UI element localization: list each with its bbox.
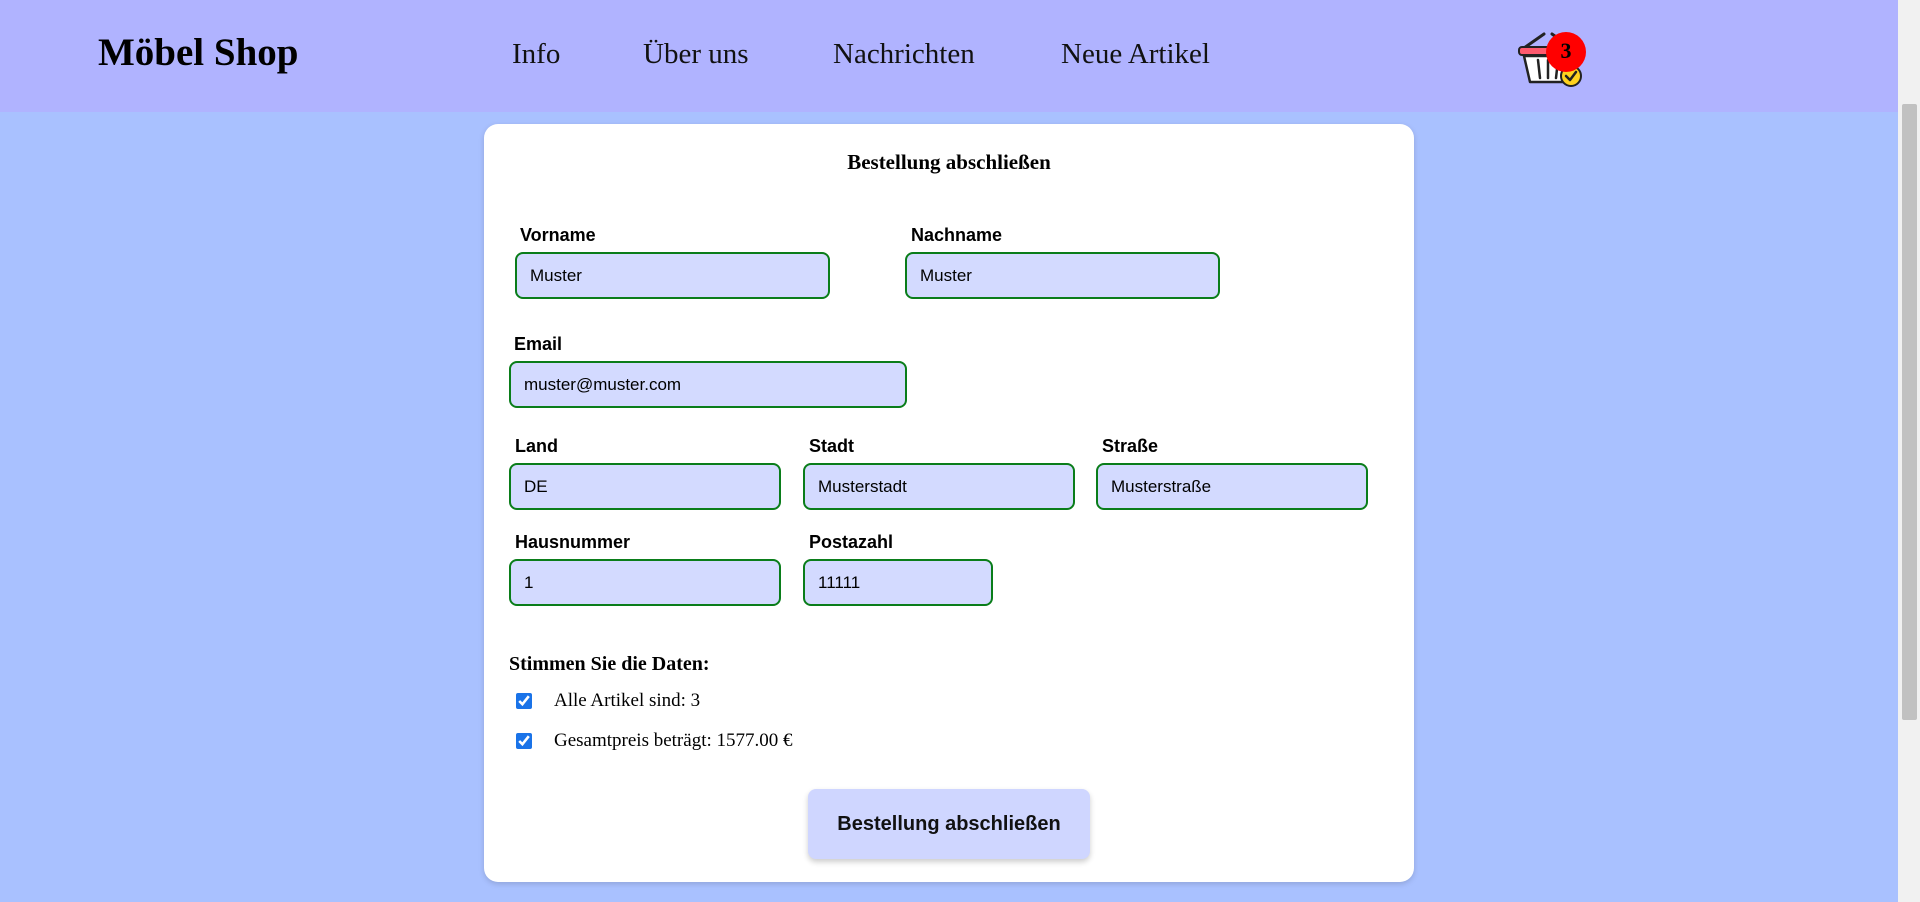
strasse-field[interactable] xyxy=(1096,463,1368,510)
postazahl-field[interactable] xyxy=(803,559,993,606)
land-field[interactable] xyxy=(509,463,781,510)
stadt-label: Stadt xyxy=(809,436,854,456)
confirm-price-label: Gesamtpreis beträgt: 1577.00 € xyxy=(554,730,793,751)
vorname-field[interactable] xyxy=(515,252,830,299)
confirm-price-row: Gesamtpreis beträgt: 1577.00 € xyxy=(516,728,793,754)
nav-link-ueber-uns[interactable]: Über uns xyxy=(643,38,749,71)
nav-link-nachrichten[interactable]: Nachrichten xyxy=(833,38,975,71)
submit-order-button[interactable]: Bestellung abschließen xyxy=(808,789,1090,859)
confirm-items-label: Alle Artikel sind: 3 xyxy=(554,690,701,711)
checkout-title: Bestellung abschließen xyxy=(847,150,1051,174)
postazahl-label: Postazahl xyxy=(809,532,894,552)
scrollbar-thumb[interactable] xyxy=(1902,104,1917,720)
nav-link-info[interactable]: Info xyxy=(512,38,560,71)
nachname-label: Nachname xyxy=(911,225,1003,245)
hausnummer-label: Hausnummer xyxy=(515,532,631,552)
cart-count-badge: 3 xyxy=(1546,32,1586,72)
nachname-field[interactable] xyxy=(905,252,1220,299)
stadt-field[interactable] xyxy=(803,463,1075,510)
confirm-items-row: Alle Artikel sind: 3 xyxy=(516,688,700,714)
land-label: Land xyxy=(515,436,558,456)
confirm-price-checkbox[interactable] xyxy=(516,733,532,749)
email-label: Email xyxy=(514,334,563,354)
email-field[interactable] xyxy=(509,361,907,408)
hausnummer-field[interactable] xyxy=(509,559,781,606)
confirm-data-heading: Stimmen Sie die Daten: xyxy=(509,653,710,675)
site-logo[interactable]: Möbel Shop xyxy=(98,30,298,75)
nav-link-neue-artikel[interactable]: Neue Artikel xyxy=(1061,38,1210,71)
vorname-label: Vorname xyxy=(520,225,596,245)
confirm-items-checkbox[interactable] xyxy=(516,693,532,709)
strasse-label: Straße xyxy=(1102,436,1159,456)
